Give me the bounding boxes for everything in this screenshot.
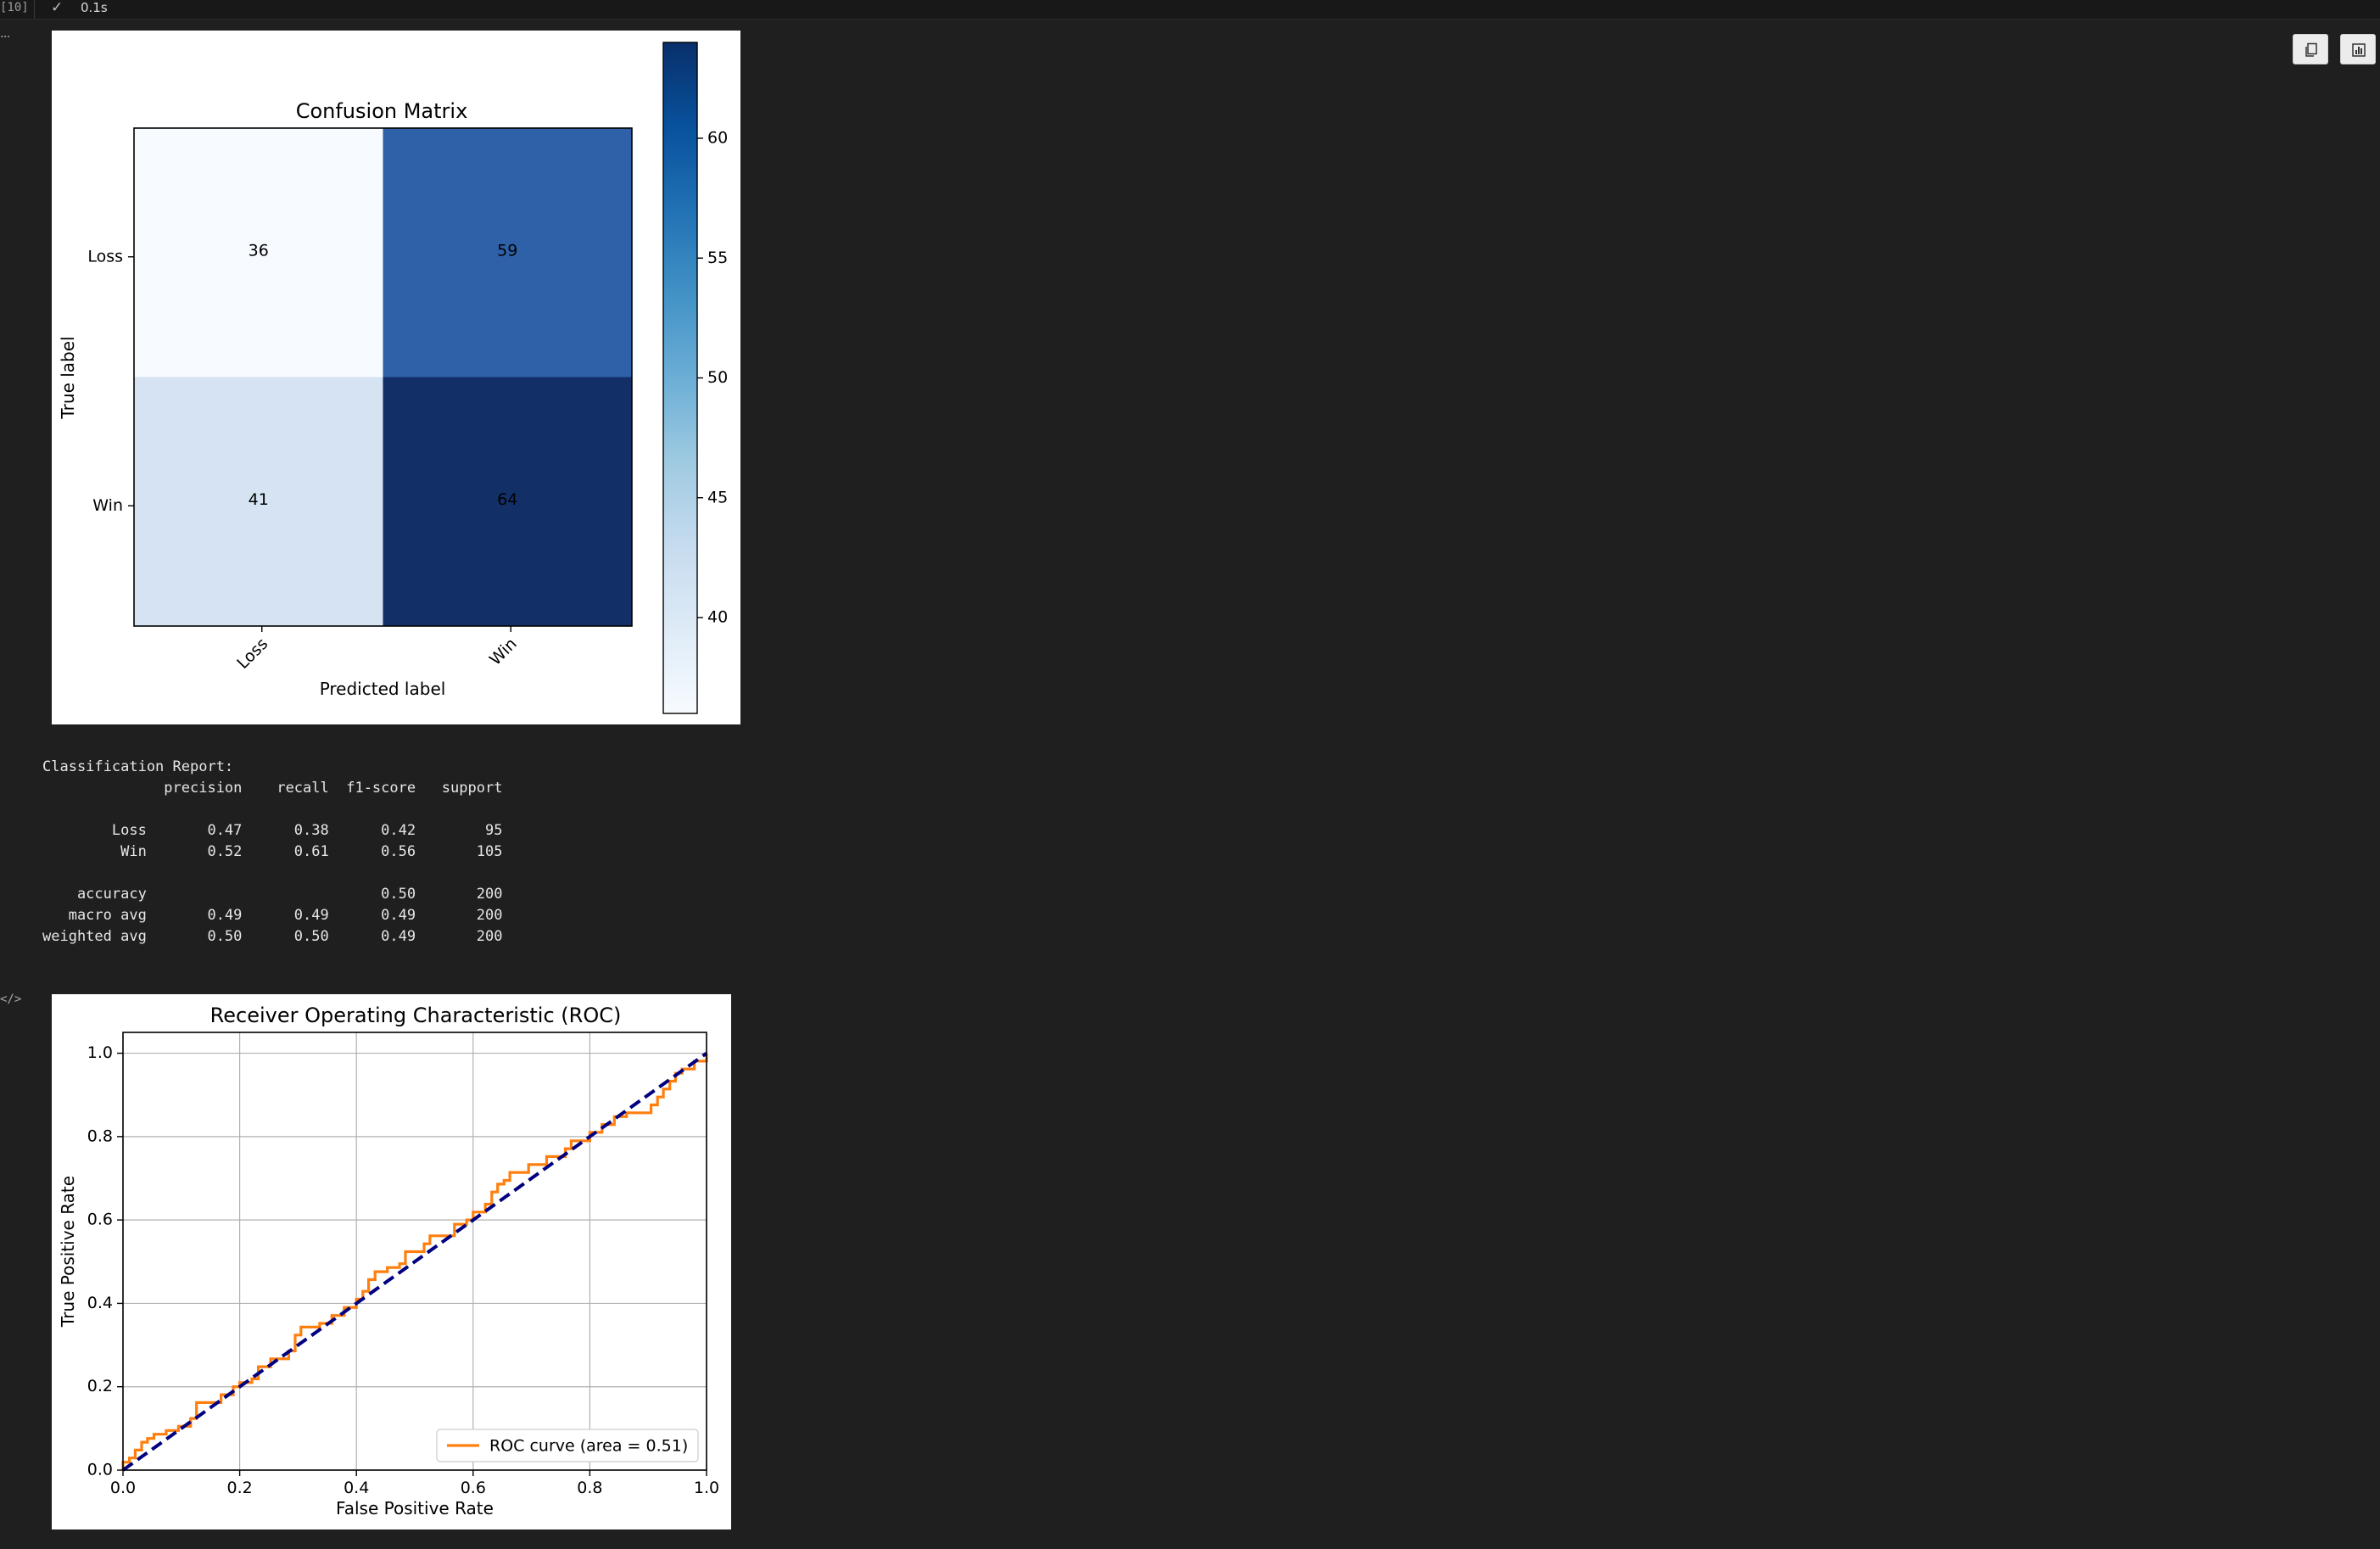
- roc-x-tick-label: 1.0: [694, 1479, 719, 1497]
- roc-y-tick-label: 0.2: [87, 1377, 113, 1395]
- roc-chance-line: [121, 1051, 708, 1472]
- roc-y-tick-label: 0.4: [87, 1294, 113, 1312]
- copy-output-button[interactable]: [2293, 34, 2328, 64]
- confusion-matrix-svg: Confusion Matrix 36 59 41 64 Loss Win Loss Win…: [58, 42, 728, 714]
- cm-cell-value: 36: [249, 241, 269, 260]
- cell-status-bar: [10] ✓ 0.1s: [0, 0, 2380, 20]
- roc-y-tick-label: 0.6: [87, 1211, 113, 1229]
- legend-label: ROC curve (area = 0.51): [489, 1437, 688, 1456]
- cm-row-label: Loss: [87, 247, 123, 266]
- confusion-matrix-title: Confusion Matrix: [296, 99, 468, 123]
- cm-cell-value: 41: [249, 490, 269, 509]
- roc-x-tick-label: 0.6: [461, 1479, 486, 1497]
- cm-cell-value: 64: [497, 490, 517, 509]
- cm-cell-value: 59: [497, 241, 517, 260]
- roc-x-tick-label: 0.2: [226, 1479, 252, 1497]
- status-divider: [34, 0, 35, 19]
- colorbar-tick-label: 55: [707, 249, 728, 267]
- roc-ylabel: True Positive Rate: [58, 1176, 78, 1328]
- confusion-matrix-figure: Confusion Matrix 36 59 41 64 Loss Win Loss Win…: [52, 31, 740, 724]
- colorbar: [662, 42, 698, 714]
- report-table: precision recall f1-score support Loss 0…: [42, 780, 503, 945]
- roc-title: Receiver Operating Characteristic (ROC): [210, 1004, 622, 1027]
- colorbar-tick-label: 40: [707, 608, 728, 627]
- cm-col-label: Loss: [233, 635, 271, 673]
- check-icon: ✓: [51, 0, 64, 16]
- roc-chart-svg: Receiver Operating Characteristic (ROC) …: [58, 1004, 719, 1518]
- colorbar-tick-label: 50: [707, 368, 728, 387]
- cm-ylabel: True label: [58, 336, 78, 419]
- roc-y-tick-label: 1.0: [87, 1043, 113, 1062]
- roc-xlabel: False Positive Rate: [336, 1498, 494, 1518]
- execution-count: [10]: [0, 1, 29, 14]
- ellipsis-icon[interactable]: ...: [0, 25, 10, 41]
- chart-output-button[interactable]: [2340, 34, 2376, 64]
- roc-y-tick-label: 0.0: [87, 1461, 113, 1479]
- execution-time: 0.1s: [81, 0, 108, 15]
- roc-figure: Receiver Operating Characteristic (ROC) …: [52, 994, 731, 1529]
- colorbar-tick-label: 45: [707, 488, 728, 506]
- roc-x-tick-label: 0.4: [344, 1479, 369, 1497]
- colorbar-tick-label: 60: [707, 129, 728, 148]
- copy-icon: [2305, 42, 2317, 57]
- code-icon[interactable]: </>: [0, 993, 21, 1006]
- cm-col-label: Win: [486, 635, 521, 669]
- classification-report: Classification Report: precision recall …: [42, 757, 502, 948]
- report-heading: Classification Report:: [42, 758, 234, 775]
- bar-chart-icon: [2352, 43, 2366, 57]
- roc-y-tick-label: 0.8: [87, 1127, 113, 1145]
- roc-legend: ROC curve (area = 0.51): [436, 1429, 699, 1462]
- cm-row-label: Win: [92, 496, 123, 515]
- roc-x-tick-label: 0.8: [577, 1479, 602, 1497]
- roc-x-tick-label: 0.0: [110, 1479, 136, 1497]
- cm-xlabel: Predicted label: [320, 679, 446, 699]
